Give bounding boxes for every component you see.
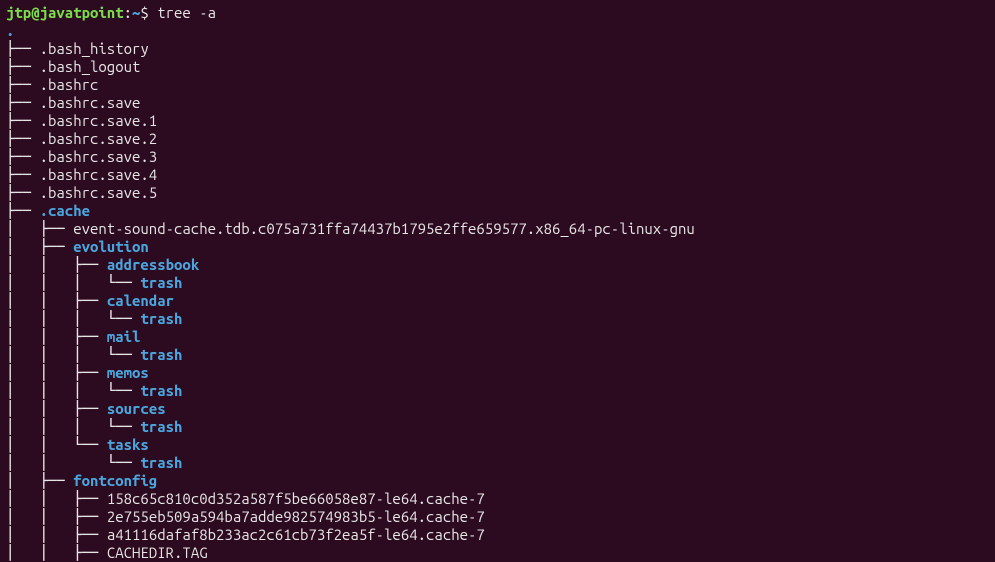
tree-branch: │ ├── bbox=[6, 238, 73, 255]
tree-entry: trash bbox=[140, 418, 182, 435]
tree-branch: │ │ ├── bbox=[6, 328, 107, 345]
tree-entry: .bashrc bbox=[40, 76, 99, 93]
tree-branch: ├── bbox=[6, 184, 40, 201]
tree-entry: event-sound-cache.tdb.c075a731ffa74437b1… bbox=[73, 220, 695, 237]
tree-branch: │ │ ├── bbox=[6, 364, 107, 381]
tree-entry: memos bbox=[107, 364, 149, 381]
tree-entry: .bash_logout bbox=[40, 58, 141, 75]
tree-branch: ├── bbox=[6, 76, 40, 93]
tree-branch: │ ├── bbox=[6, 220, 73, 237]
tree-entry: .bashrc.save bbox=[40, 94, 141, 111]
tree-branch: │ │ ├── bbox=[6, 400, 107, 417]
tree-branch: ├── bbox=[6, 94, 40, 111]
tree-branch: │ │ │ └── bbox=[6, 418, 140, 435]
tree-branch: │ │ ├── bbox=[6, 292, 107, 309]
tree-entry: .bashrc.save.3 bbox=[40, 148, 158, 165]
tree-branch: │ ├── bbox=[6, 472, 73, 489]
tree-branch: │ │ ├── bbox=[6, 508, 107, 525]
tree-entry: trash bbox=[140, 454, 182, 471]
tree-entry: fontconfig bbox=[73, 472, 157, 489]
prompt-user: jtp@javatpoint bbox=[6, 4, 124, 21]
tree-branch: │ │ ├── bbox=[6, 490, 107, 507]
tree-branch: ├── bbox=[6, 202, 40, 219]
tree-entry: trash bbox=[140, 310, 182, 327]
tree-entry: mail bbox=[107, 328, 141, 345]
tree-branch: ├── bbox=[6, 58, 40, 75]
terminal-output[interactable]: jtp@javatpoint:~$ tree -a . ├── .bash_hi… bbox=[6, 4, 989, 562]
tree-entry: calendar bbox=[107, 292, 174, 309]
tree-entry: trash bbox=[140, 346, 182, 363]
tree-entry: .bashrc.save.4 bbox=[40, 166, 158, 183]
tree-branch: │ │ ├── bbox=[6, 256, 107, 273]
tree-entry: a41116dafaf8b233ac2c61cb73f2ea5f-le64.ca… bbox=[107, 526, 485, 543]
tree-branch: │ │ ├── bbox=[6, 544, 107, 561]
tree-branch: ├── bbox=[6, 112, 40, 129]
tree-branch: │ │ │ └── bbox=[6, 310, 140, 327]
tree-entry: .bash_history bbox=[40, 40, 149, 57]
tree-branch: │ │ │ └── bbox=[6, 382, 140, 399]
tree-entry: evolution bbox=[73, 238, 149, 255]
tree-entry: 158c65c810c0d352a587f5be66058e87-le64.ca… bbox=[107, 490, 485, 507]
tree-branch: │ │ │ └── bbox=[6, 346, 140, 363]
tree-branch: ├── bbox=[6, 166, 40, 183]
tree-branch: ├── bbox=[6, 40, 40, 57]
command-text: tree -a bbox=[157, 4, 216, 21]
tree-branch: ├── bbox=[6, 130, 40, 147]
tree-entry: trash bbox=[140, 274, 182, 291]
tree-root: . bbox=[6, 22, 14, 39]
tree-entry: addressbook bbox=[107, 256, 199, 273]
tree-entry: 2e755eb509a594ba7adde982574983b5-le64.ca… bbox=[107, 508, 485, 525]
tree-entry: .bashrc.save.5 bbox=[40, 184, 158, 201]
tree-branch: │ │ └── bbox=[6, 436, 107, 453]
prompt-sep: : bbox=[124, 4, 132, 21]
tree-branch: │ │ │ └── bbox=[6, 274, 140, 291]
tree-entry: .bashrc.save.1 bbox=[40, 112, 158, 129]
tree-entry: .bashrc.save.2 bbox=[40, 130, 158, 147]
tree-entry: trash bbox=[140, 382, 182, 399]
tree-entry: tasks bbox=[107, 436, 149, 453]
prompt-dollar: $ bbox=[140, 4, 157, 21]
tree-branch: │ │ ├── bbox=[6, 526, 107, 543]
tree-entry: .cache bbox=[40, 202, 90, 219]
tree-branch: ├── bbox=[6, 148, 40, 165]
tree-branch: │ │ └── bbox=[6, 454, 140, 471]
tree-entry: CACHEDIR.TAG bbox=[107, 544, 208, 561]
tree-entry: sources bbox=[107, 400, 166, 417]
